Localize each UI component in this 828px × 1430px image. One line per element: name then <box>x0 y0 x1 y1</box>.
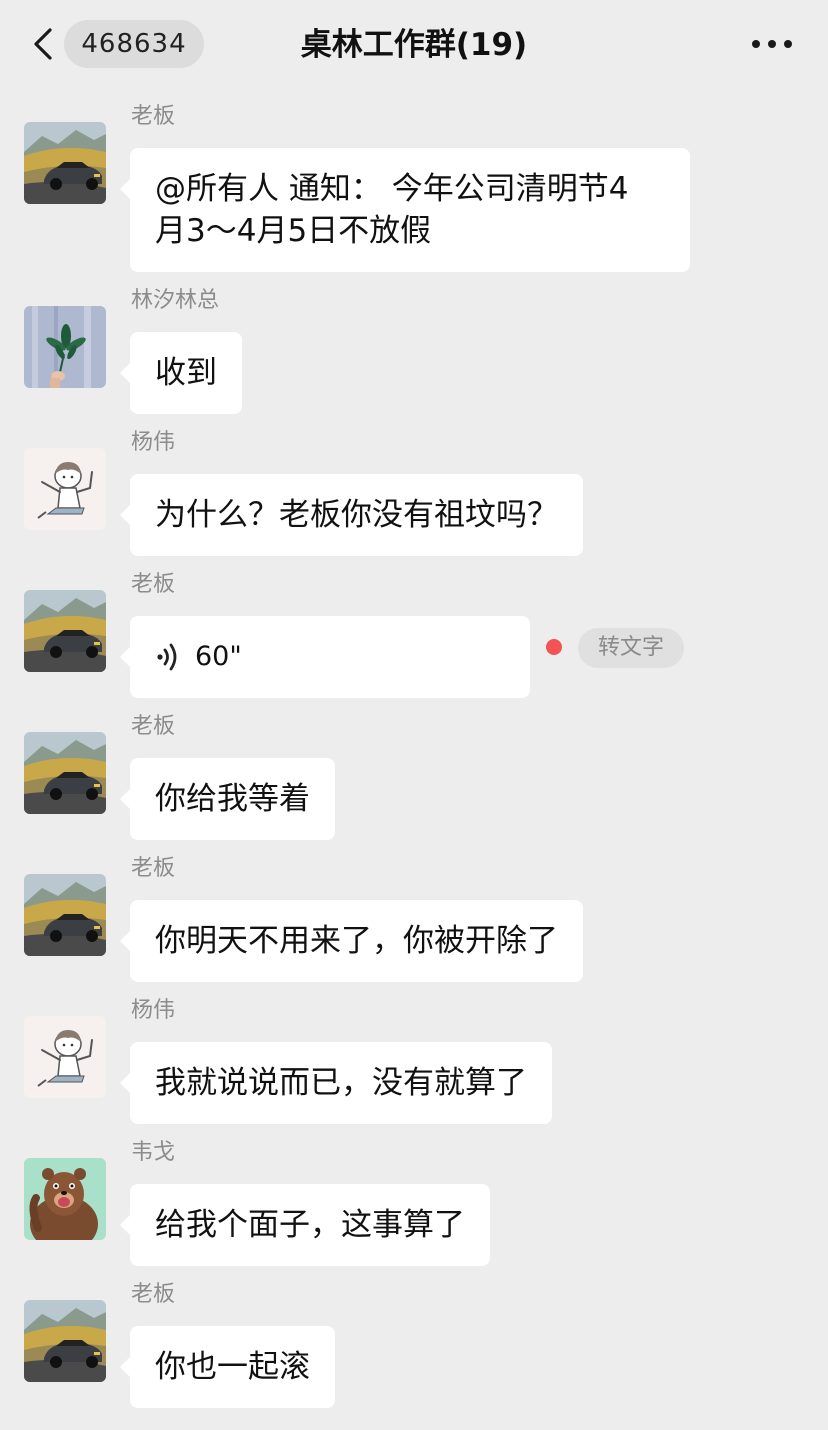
sender-name: 老板 <box>131 714 176 739</box>
avatar[interactable] <box>24 1158 106 1240</box>
leaf-hand-avatar <box>24 306 106 388</box>
message-bubble[interactable]: @所有人 通知： 今年公司清明节4 月3～4月5日不放假 <box>120 148 690 272</box>
sender-name: 韦戈 <box>131 1140 176 1165</box>
unread-dot <box>546 639 562 655</box>
chat-header: 468634 桌林工作群(19) <box>0 0 828 90</box>
message-bubble[interactable]: 我就说说而已，没有就算了 <box>120 1042 552 1124</box>
avatar[interactable] <box>24 732 106 814</box>
message-bubble[interactable]: 你也一起滚 <box>120 1326 335 1408</box>
avatar[interactable] <box>24 590 106 672</box>
message-bubble[interactable]: 给我个面子，这事算了 <box>120 1184 490 1266</box>
cartoon-boy-avatar <box>24 1016 106 1098</box>
message-text: 为什么？老板你没有祖坟吗？ <box>155 497 558 533</box>
message-text: 我就说说而已，没有就算了 <box>155 1065 527 1101</box>
message-text: 你也一起滚 <box>155 1349 310 1385</box>
message-text: @所有人 通知： 今年公司清明节4 月3～4月5日不放假 <box>155 171 629 249</box>
message-bubble[interactable]: 你给我等着 <box>120 758 335 840</box>
voice-duration: 60" <box>195 641 242 672</box>
avatar[interactable] <box>24 306 106 388</box>
avatar[interactable] <box>24 1300 106 1382</box>
message-text: 给我个面子，这事算了 <box>155 1207 465 1243</box>
chevron-left-icon <box>34 28 52 60</box>
sender-name: 老板 <box>131 1282 176 1307</box>
car-landscape-avatar <box>24 1300 106 1382</box>
sender-name: 老板 <box>131 572 176 597</box>
sender-name: 杨伟 <box>131 430 176 455</box>
sender-name: 老板 <box>131 104 176 129</box>
brown-bear-avatar <box>24 1158 106 1240</box>
convert-to-text-button[interactable]: 转文字 <box>578 628 684 668</box>
message-text: 收到 <box>155 355 217 391</box>
unread-count-badge[interactable]: 468634 <box>64 20 204 68</box>
back-button[interactable] <box>26 24 62 64</box>
sender-name: 老板 <box>131 856 176 881</box>
message-text: 你给我等着 <box>155 781 310 817</box>
avatar[interactable] <box>24 448 106 530</box>
message-bubble[interactable]: 为什么？老板你没有祖坟吗？ <box>120 474 583 556</box>
message-bubble[interactable]: 收到 <box>120 332 242 414</box>
message-bubble[interactable]: 你明天不用来了，你被开除了 <box>120 900 583 982</box>
car-landscape-avatar <box>24 732 106 814</box>
car-landscape-avatar <box>24 874 106 956</box>
avatar[interactable] <box>24 1016 106 1098</box>
message-text: 你明天不用来了，你被开除了 <box>155 923 558 959</box>
avatar[interactable] <box>24 874 106 956</box>
sender-name: 林汐林总 <box>131 288 220 313</box>
page-title: 桌林工作群(19) <box>300 27 528 63</box>
voice-wave-icon <box>155 642 181 672</box>
cartoon-boy-avatar <box>24 448 106 530</box>
sender-name: 杨伟 <box>131 998 176 1023</box>
avatar[interactable] <box>24 122 106 204</box>
car-landscape-avatar <box>24 122 106 204</box>
more-dots-icon[interactable] <box>752 32 792 56</box>
voice-message-bubble[interactable]: 60" <box>120 616 530 698</box>
car-landscape-avatar <box>24 590 106 672</box>
